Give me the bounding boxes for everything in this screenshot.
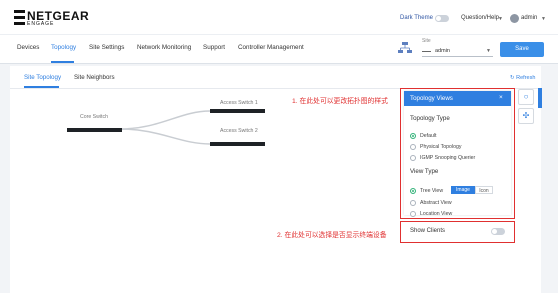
- tab-support[interactable]: Support: [203, 44, 225, 51]
- dark-theme-label: Dark Theme: [400, 15, 433, 21]
- access-switch-1-device[interactable]: [210, 109, 265, 113]
- access-switch-2-label: Access Switch 2: [220, 128, 258, 134]
- logo-mark-icon: [14, 10, 25, 26]
- link-core-access2: [119, 128, 211, 145]
- tab-site-settings[interactable]: Site Settings: [89, 44, 124, 51]
- callout-box-show-clients: [400, 221, 515, 243]
- main-nav: Devices Topology Site Settings Network M…: [0, 34, 558, 64]
- callout-box-topology-views: [400, 88, 515, 219]
- side-panel-tab[interactable]: [538, 88, 542, 108]
- question-help-menu[interactable]: Question/Help: [461, 15, 499, 21]
- logo-subtext: ENGAGE: [27, 21, 55, 27]
- site-field-label: Site: [422, 38, 431, 44]
- site-network-icon: [398, 42, 412, 53]
- chevron-down-icon: ▼: [486, 48, 491, 54]
- search-icon[interactable]: ○: [518, 89, 534, 105]
- core-switch-label: Core Switch: [80, 114, 108, 120]
- site-select-value: admin: [435, 48, 450, 54]
- tab-controller-management[interactable]: Controller Management: [238, 44, 304, 51]
- annotation-2: 2. 在此处可以选择是否显示终端设备: [277, 232, 387, 239]
- top-header: NETGEAR ENGAGE Dark Theme Question/Help …: [0, 0, 558, 34]
- site-dash-icon: [422, 51, 431, 52]
- tab-devices[interactable]: Devices: [17, 44, 39, 51]
- site-select[interactable]: admin ▼: [422, 47, 493, 57]
- user-avatar-icon[interactable]: [510, 14, 519, 23]
- access-switch-1-label: Access Switch 1: [220, 100, 258, 106]
- user-menu-label[interactable]: admin: [521, 15, 537, 21]
- core-switch-device[interactable]: [67, 128, 122, 132]
- save-button[interactable]: Save: [500, 42, 544, 57]
- dark-theme-toggle[interactable]: [435, 15, 449, 22]
- layout-tool-icon[interactable]: ✣: [518, 108, 534, 124]
- access-switch-2-device[interactable]: [210, 142, 265, 146]
- tab-network-monitoring[interactable]: Network Monitoring: [137, 44, 191, 51]
- chevron-down-icon: ▼: [498, 16, 503, 22]
- link-core-access1: [119, 110, 211, 130]
- active-tab-underline: [51, 61, 74, 63]
- annotation-1: 1. 在此处可以更改拓扑图的样式: [292, 98, 388, 105]
- tab-topology[interactable]: Topology: [51, 44, 76, 51]
- chevron-down-icon: ▼: [541, 16, 546, 22]
